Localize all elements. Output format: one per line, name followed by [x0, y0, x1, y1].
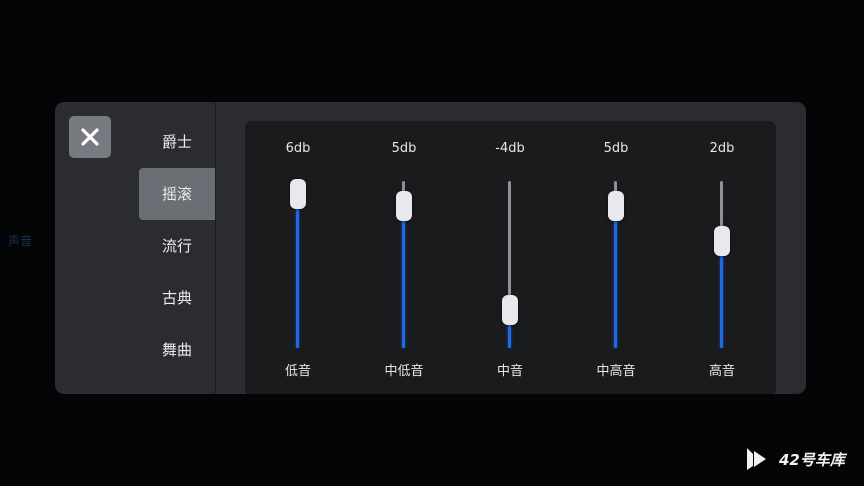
- slider-fill: [402, 206, 405, 348]
- slider-handle[interactable]: [714, 226, 730, 256]
- slider-handle[interactable]: [502, 295, 518, 325]
- play-logo-icon: [747, 448, 766, 470]
- watermark-text: 42号车库: [779, 450, 845, 469]
- slider-handle[interactable]: [396, 191, 412, 221]
- preset-rock[interactable]: 摇滚: [139, 168, 215, 220]
- equalizer-panel: 爵士 摇滚 流行 古典 舞曲 6db 低音 5db 中低音 -4db 中音 5d…: [55, 102, 806, 394]
- preset-classical[interactable]: 古典: [139, 272, 215, 324]
- slider-fill: [614, 206, 617, 348]
- band-label: 中高音: [596, 364, 636, 379]
- close-icon: [81, 128, 99, 146]
- band-slider[interactable]: [290, 179, 306, 348]
- background-sound-label: 声音: [8, 234, 33, 248]
- preset-dance[interactable]: 舞曲: [139, 324, 215, 376]
- preset-label: 古典: [161, 289, 192, 307]
- screen: 声音 爵士 摇滚 流行 古典 舞曲 6db 低音 5db 中低音 -4db 中音…: [0, 0, 864, 486]
- close-button[interactable]: [69, 116, 111, 158]
- band-label: 中低音: [384, 364, 424, 379]
- band-bass: 6db 低音: [245, 121, 351, 394]
- band-slider[interactable]: [714, 181, 730, 348]
- band-low-mid: 5db 中低音: [351, 121, 457, 394]
- band-label: 低音: [284, 364, 311, 379]
- preset-label: 流行: [161, 237, 192, 255]
- band-label: 中音: [496, 364, 523, 379]
- preset-label: 爵士: [161, 133, 192, 151]
- band-treble: 2db 高音: [669, 121, 775, 394]
- preset-label: 摇滚: [161, 185, 192, 203]
- band-slider[interactable]: [502, 181, 518, 348]
- slider-fill: [296, 194, 299, 348]
- preset-jazz[interactable]: 爵士: [139, 116, 215, 168]
- preset-sidebar: 爵士 摇滚 流行 古典 舞曲: [55, 102, 216, 394]
- band-mid: -4db 中音: [457, 121, 563, 394]
- band-slider[interactable]: [608, 181, 624, 348]
- preset-pop[interactable]: 流行: [139, 220, 215, 272]
- slider-handle[interactable]: [608, 191, 624, 221]
- band-label: 高音: [708, 364, 735, 379]
- equalizer-bands: 6db 低音 5db 中低音 -4db 中音 5db 中高音 2db 高音: [245, 121, 776, 394]
- band-value: 2db: [709, 141, 735, 156]
- band-value: 5db: [603, 141, 629, 156]
- preset-label: 舞曲: [161, 341, 192, 359]
- band-value: 5db: [391, 141, 417, 156]
- band-value: 6db: [285, 141, 311, 156]
- slider-handle[interactable]: [290, 179, 306, 209]
- slider-fill: [720, 241, 723, 348]
- band-high-mid: 5db 中高音: [563, 121, 669, 394]
- band-slider[interactable]: [396, 181, 412, 348]
- watermark: 42号车库: [741, 445, 845, 473]
- band-value: -4db: [495, 141, 525, 156]
